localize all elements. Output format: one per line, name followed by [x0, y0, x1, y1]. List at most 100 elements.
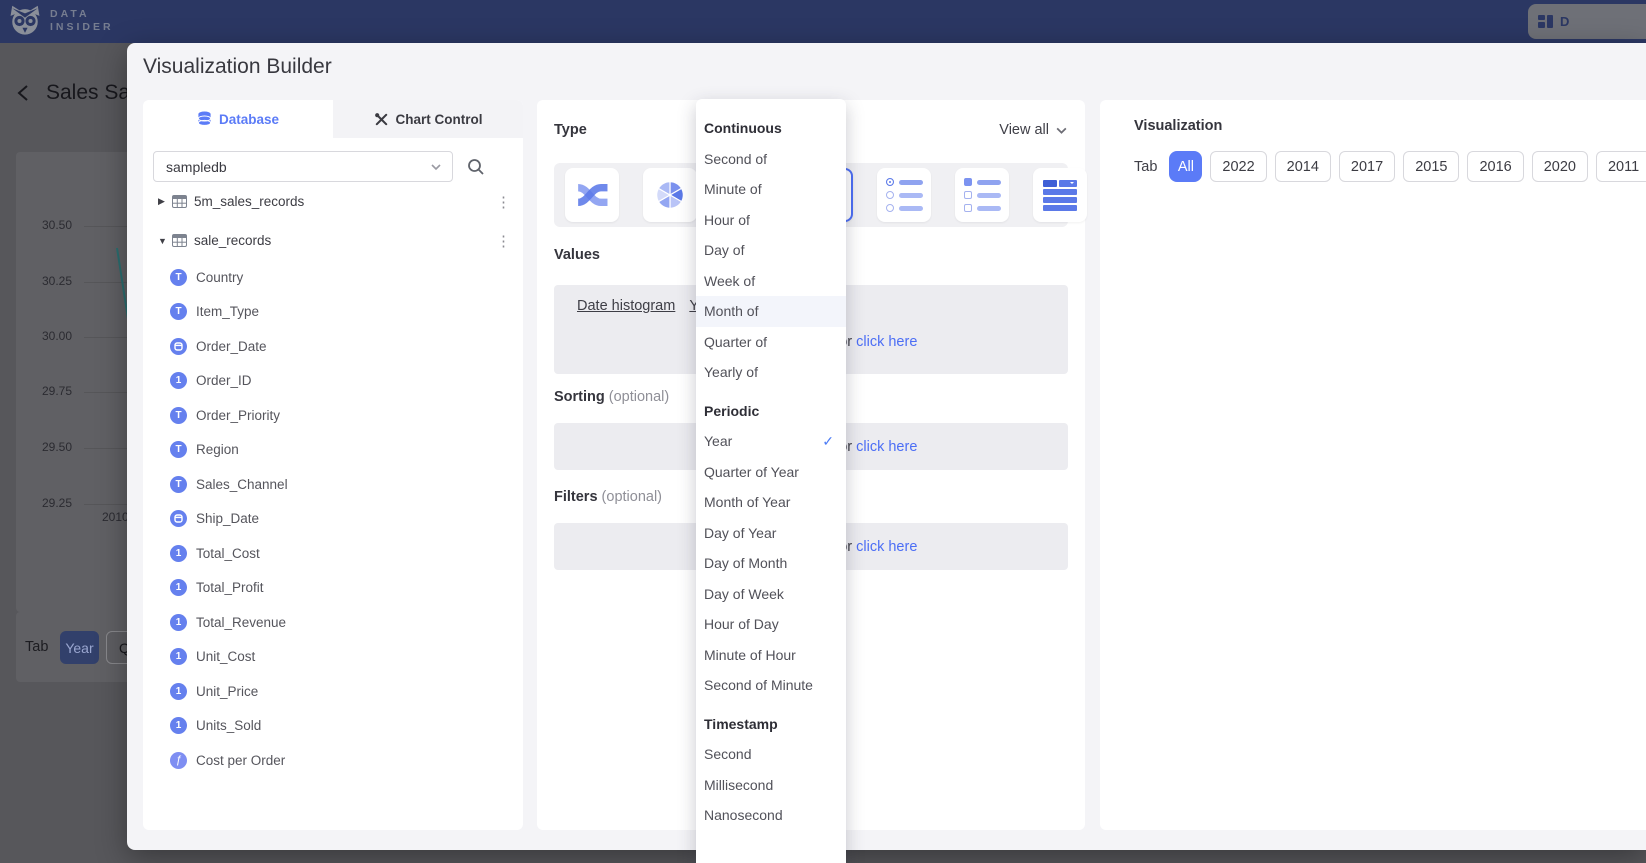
dropdown-item-yearly-of[interactable]: Yearly of	[696, 357, 846, 388]
viz-tab-2020[interactable]: 2020	[1532, 151, 1588, 182]
dropdown-item-year[interactable]: ✓ Year	[696, 426, 846, 457]
page-title: Sales Sa	[46, 81, 130, 105]
text-field-icon: T	[170, 303, 187, 320]
dropdown-item-minute-of[interactable]: Minute of	[696, 174, 846, 205]
viz-tab-2011[interactable]: 2011	[1596, 151, 1646, 182]
viz-tab-label: Tab	[1134, 159, 1157, 175]
dropdown-item-month-of-year[interactable]: Month of Year	[696, 487, 846, 518]
chevron-down-icon	[1055, 126, 1068, 135]
chevron-down-icon	[430, 163, 442, 171]
field-order-priority[interactable]: T Order_Priority	[143, 398, 523, 433]
viz-tab-2017[interactable]: 2017	[1339, 151, 1395, 182]
field-ship-date[interactable]: Ship_Date	[143, 502, 523, 537]
visualization-builder-modal: Visualization Builder Database	[127, 43, 1646, 850]
sankey-chart-icon	[570, 173, 614, 217]
dropdown-item-second-of[interactable]: Second of	[696, 144, 846, 175]
dropdown-item-second-of-minute[interactable]: Second of Minute	[696, 670, 846, 701]
screen: DATA INSIDER D Sales Sa	[0, 0, 1646, 863]
dropdown-item-second[interactable]: Second	[696, 739, 846, 770]
viz-tab-2014[interactable]: 2014	[1275, 151, 1331, 182]
type-section-label: Type	[554, 122, 587, 138]
field-order-id[interactable]: 1 Order_ID	[143, 364, 523, 399]
field-total-profit[interactable]: 1 Total_Profit	[143, 571, 523, 606]
kebab-menu-icon[interactable]: ⋮	[496, 232, 511, 250]
click-here-link[interactable]: click here	[856, 439, 917, 455]
text-field-icon: T	[170, 269, 187, 286]
field-item-type[interactable]: T Item_Type	[143, 295, 523, 330]
type-card-table-select[interactable]	[1033, 168, 1087, 222]
viz-tab-2015[interactable]: 2015	[1403, 151, 1459, 182]
dropdown-item-nanosecond[interactable]: Nanosecond	[696, 800, 846, 831]
dropdown-item-day-of-week[interactable]: Day of Week	[696, 579, 846, 610]
bg-tab-year[interactable]: Year	[60, 631, 99, 664]
database-panel: Database Chart Control sampledb	[143, 100, 523, 830]
dropdown-item-millisecond[interactable]: Millisecond	[696, 770, 846, 801]
type-card-sankey[interactable]	[565, 168, 619, 222]
table-name: sale_records	[194, 233, 496, 248]
field-cost-per-order[interactable]: ƒ Cost per Order	[143, 743, 523, 778]
dropdown-item-day-of-month[interactable]: Day of Month	[696, 548, 846, 579]
dropdown-item-quarter-of[interactable]: Quarter of	[696, 327, 846, 358]
dropdown-item-hour-of[interactable]: Hour of	[696, 205, 846, 236]
back-arrow-icon[interactable]	[14, 84, 32, 102]
bg-tab-label: Tab	[25, 639, 48, 655]
table-icon	[172, 195, 187, 208]
table-row-sale-records[interactable]: ▼ sale_records ⋮	[143, 221, 523, 260]
view-all-button[interactable]: View all	[999, 122, 1068, 138]
value-token-date-histogram[interactable]: Date histogram	[577, 298, 675, 314]
left-panel-tabs: Database Chart Control	[143, 100, 523, 138]
dashboards-button[interactable]: D	[1528, 4, 1646, 39]
tab-chart-control[interactable]: Chart Control	[333, 100, 523, 138]
dropdown-item-week-of[interactable]: Week of	[696, 266, 846, 297]
table-name: 5m_sales_records	[194, 194, 496, 209]
type-card-radio-list[interactable]	[877, 168, 931, 222]
dropdown-item-month-of[interactable]: Month of	[696, 296, 846, 327]
kebab-menu-icon[interactable]: ⋮	[496, 193, 511, 211]
formula-field-icon: ƒ	[170, 752, 187, 769]
viz-tab-all[interactable]: All	[1169, 151, 1202, 182]
type-card-checkbox-list[interactable]	[955, 168, 1009, 222]
interval-dropdown-menu: Continuous Second of Minute of Hour of D…	[696, 99, 846, 863]
search-icon[interactable]	[467, 158, 485, 176]
text-field-icon: T	[170, 476, 187, 493]
modal-title: Visualization Builder	[143, 55, 332, 79]
top-navbar: DATA INSIDER D	[0, 0, 1646, 43]
database-select[interactable]: sampledb	[153, 151, 453, 182]
type-card-pie[interactable]	[643, 168, 697, 222]
viz-tab-2016[interactable]: 2016	[1467, 151, 1523, 182]
dropdown-item-day-of[interactable]: Day of	[696, 235, 846, 266]
date-field-icon	[170, 510, 187, 527]
caret-right-icon[interactable]: ▶	[158, 196, 172, 207]
field-sales-channel[interactable]: T Sales_Channel	[143, 467, 523, 502]
caret-down-icon[interactable]: ▼	[158, 236, 172, 246]
field-order-date[interactable]: Order_Date	[143, 329, 523, 364]
field-country[interactable]: T Country	[143, 260, 523, 295]
dropdown-item-quarter-of-year[interactable]: Quarter of Year	[696, 457, 846, 488]
database-select-value: sampledb	[166, 159, 227, 175]
field-unit-cost[interactable]: 1 Unit_Cost	[143, 640, 523, 675]
field-total-revenue[interactable]: 1 Total_Revenue	[143, 605, 523, 640]
field-total-cost[interactable]: 1 Total_Cost	[143, 536, 523, 571]
click-here-link[interactable]: click here	[856, 334, 917, 350]
brand[interactable]: DATA INSIDER	[8, 3, 114, 39]
table-icon	[172, 234, 187, 247]
checkbox-list-icon	[964, 178, 1001, 212]
dropdown-item-day-of-year[interactable]: Day of Year	[696, 518, 846, 549]
dashboard-icon	[1537, 13, 1554, 30]
radio-list-icon	[886, 178, 923, 212]
field-unit-price[interactable]: 1 Unit_Price	[143, 674, 523, 709]
tab-chart-control-label: Chart Control	[396, 112, 483, 127]
field-region[interactable]: T Region	[143, 433, 523, 468]
dropdown-item-hour-of-day[interactable]: Hour of Day	[696, 609, 846, 640]
dropdown-header-timestamp: Timestamp	[696, 709, 846, 740]
tab-database-label: Database	[219, 112, 279, 127]
table-row-5m-sales-records[interactable]: ▶ 5m_sales_records ⋮	[143, 182, 523, 221]
number-field-icon: 1	[170, 545, 187, 562]
field-units-sold[interactable]: 1 Units_Sold	[143, 709, 523, 744]
tab-database[interactable]: Database	[143, 100, 333, 138]
dropdown-item-minute-of-hour[interactable]: Minute of Hour	[696, 640, 846, 671]
viz-tab-2022[interactable]: 2022	[1210, 151, 1266, 182]
number-field-icon: 1	[170, 372, 187, 389]
click-here-link[interactable]: click here	[856, 539, 917, 555]
check-icon: ✓	[822, 426, 834, 457]
